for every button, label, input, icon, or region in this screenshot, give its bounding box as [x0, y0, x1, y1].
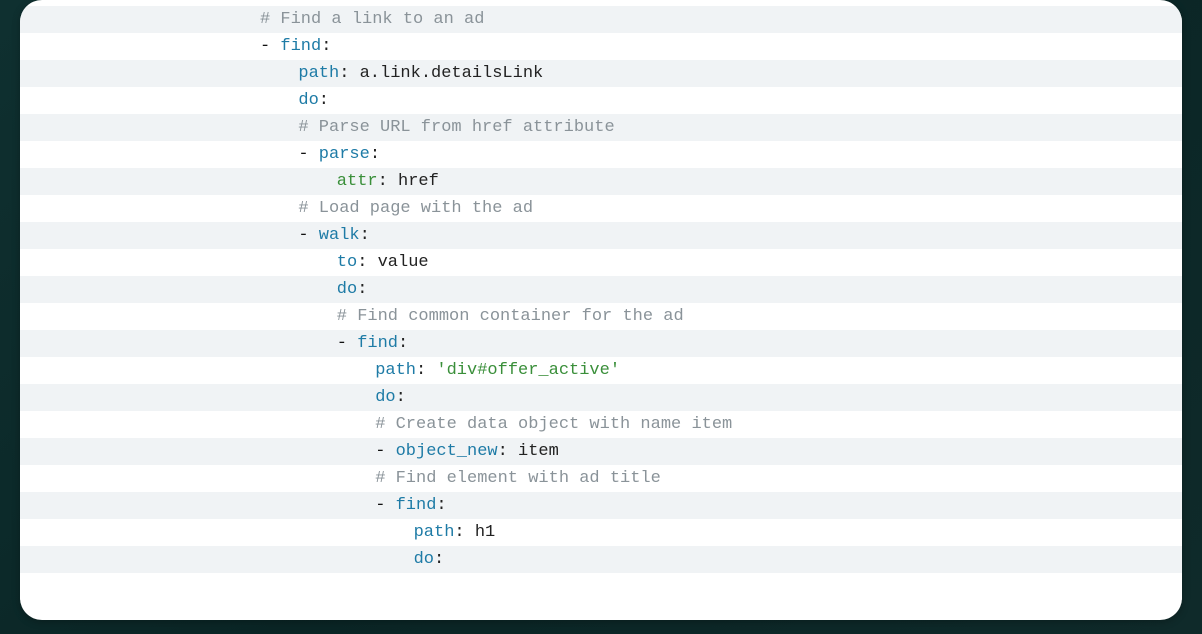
code-line: - parse:	[20, 141, 1182, 168]
code-token: :	[360, 226, 370, 245]
code-line: # Find element with ad title	[20, 465, 1182, 492]
code-token: to	[337, 253, 357, 272]
code-line: to: value	[20, 249, 1182, 276]
code-block: # Find a link to an ad- find:path: a.lin…	[20, 0, 1182, 600]
code-token: # Load page with the ad	[298, 199, 533, 218]
code-token: -	[375, 442, 395, 461]
code-token: -	[298, 145, 318, 164]
code-token: item	[518, 442, 559, 461]
code-token: :	[370, 145, 380, 164]
code-token: do	[337, 280, 357, 299]
code-token: path	[414, 523, 455, 542]
code-token: do	[375, 388, 395, 407]
code-token: :	[434, 550, 444, 569]
code-token: :	[321, 37, 331, 56]
code-token: :	[319, 91, 329, 110]
code-token: object_new	[396, 442, 498, 461]
code-line: path: a.link.detailsLink	[20, 60, 1182, 87]
code-line: - find:	[20, 492, 1182, 519]
code-token: walk	[319, 226, 360, 245]
code-line: # Create data object with name item	[20, 411, 1182, 438]
code-token: do	[414, 550, 434, 569]
code-token: path	[298, 64, 339, 83]
code-token: :	[396, 388, 406, 407]
code-token: value	[378, 253, 429, 272]
code-token: # Create data object with name item	[375, 415, 732, 434]
code-line: # Parse URL from href attribute	[20, 114, 1182, 141]
code-token: :	[416, 361, 436, 380]
code-line: path: h1	[20, 519, 1182, 546]
code-token: h1	[475, 523, 495, 542]
code-token: path	[375, 361, 416, 380]
code-token: -	[260, 37, 280, 56]
code-line	[20, 573, 1182, 600]
code-line: - walk:	[20, 222, 1182, 249]
code-line: # Find a link to an ad	[20, 6, 1182, 33]
code-token: a.link.detailsLink	[360, 64, 544, 83]
code-line: path: 'div#offer_active'	[20, 357, 1182, 384]
code-token: :	[436, 496, 446, 515]
code-token: :	[357, 280, 367, 299]
code-token: :	[398, 334, 408, 353]
code-line: do:	[20, 276, 1182, 303]
code-token: -	[298, 226, 318, 245]
code-token: -	[337, 334, 357, 353]
code-token: 'div#offer_active'	[436, 361, 620, 380]
code-line: # Find common container for the ad	[20, 303, 1182, 330]
code-line: - object_new: item	[20, 438, 1182, 465]
code-line: do:	[20, 546, 1182, 573]
code-token: find	[396, 496, 437, 515]
code-line: do:	[20, 87, 1182, 114]
code-token: find	[280, 37, 321, 56]
code-line: attr: href	[20, 168, 1182, 195]
code-line: do:	[20, 384, 1182, 411]
code-token: :	[339, 64, 359, 83]
code-token: # Find common container for the ad	[337, 307, 684, 326]
code-token: :	[378, 172, 398, 191]
code-token: :	[454, 523, 474, 542]
code-token: parse	[319, 145, 370, 164]
code-card: # Find a link to an ad- find:path: a.lin…	[20, 0, 1182, 620]
code-token: href	[398, 172, 439, 191]
code-token: :	[357, 253, 377, 272]
code-token: attr	[337, 172, 378, 191]
code-token: :	[498, 442, 518, 461]
code-token	[414, 577, 424, 596]
code-line: - find:	[20, 330, 1182, 357]
code-line: - find:	[20, 33, 1182, 60]
code-token: do	[298, 91, 318, 110]
code-token: # Find a link to an ad	[260, 10, 484, 29]
code-line: # Load page with the ad	[20, 195, 1182, 222]
code-token: find	[357, 334, 398, 353]
code-token: -	[375, 496, 395, 515]
code-token: # Find element with ad title	[375, 469, 661, 488]
code-token: # Parse URL from href attribute	[298, 118, 614, 137]
